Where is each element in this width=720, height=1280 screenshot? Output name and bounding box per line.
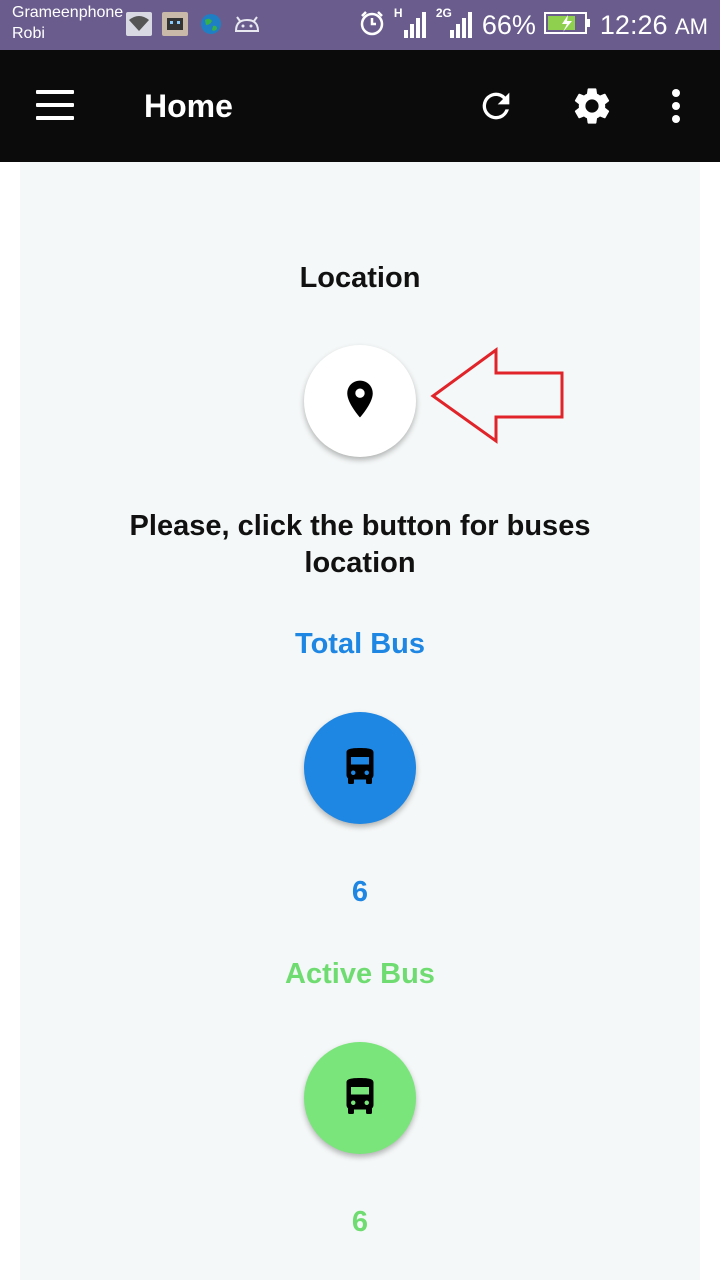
settings-icon[interactable] [568, 82, 616, 130]
bus-icon [342, 1076, 378, 1121]
active-bus-count: 6 [351, 1206, 369, 1238]
app-notification-icon [162, 12, 188, 36]
total-bus-title: Total Bus [295, 628, 425, 660]
location-pin-icon [343, 379, 377, 424]
refresh-icon[interactable] [472, 82, 520, 130]
location-title: Location [299, 262, 421, 294]
page-title: Home [144, 88, 233, 124]
bus-icon [342, 746, 378, 791]
clock: 12:26 AM [600, 10, 708, 41]
alarm-icon [358, 9, 386, 42]
location-prompt: Please, click the button for buses locat… [129, 510, 591, 579]
signal-h-icon: H [394, 6, 428, 42]
active-bus-button[interactable] [304, 1042, 416, 1154]
wifi-icon [126, 12, 152, 36]
signal-2g-icon: 2G [436, 6, 474, 42]
clock-time: 12:26 [599, 9, 668, 40]
total-bus-button[interactable] [304, 712, 416, 824]
carrier-name-2: Robi [12, 25, 45, 42]
notification-icons [126, 12, 260, 36]
battery-charging-icon [543, 11, 592, 40]
globe-icon [198, 12, 224, 36]
app-bar: Home [0, 50, 720, 162]
status-bar: Grameenphone Robi H 2G 66% 12:26 AM [0, 0, 720, 50]
annotation-arrow-shape [430, 347, 564, 444]
menu-icon[interactable] [36, 90, 76, 120]
location-button[interactable] [304, 345, 416, 457]
more-vert-icon[interactable] [652, 82, 700, 130]
active-bus-title: Active Bus [285, 958, 435, 990]
battery-percentage: 66% [481, 9, 536, 40]
total-bus-count: 6 [351, 876, 369, 908]
carrier-name-1: Grameenphone [12, 4, 124, 21]
system-status: H 2G 66% 12:26 AM [358, 6, 708, 42]
annotation-arrow-icon [430, 347, 564, 444]
android-icon [234, 12, 260, 36]
clock-suffix: AM [675, 13, 708, 39]
